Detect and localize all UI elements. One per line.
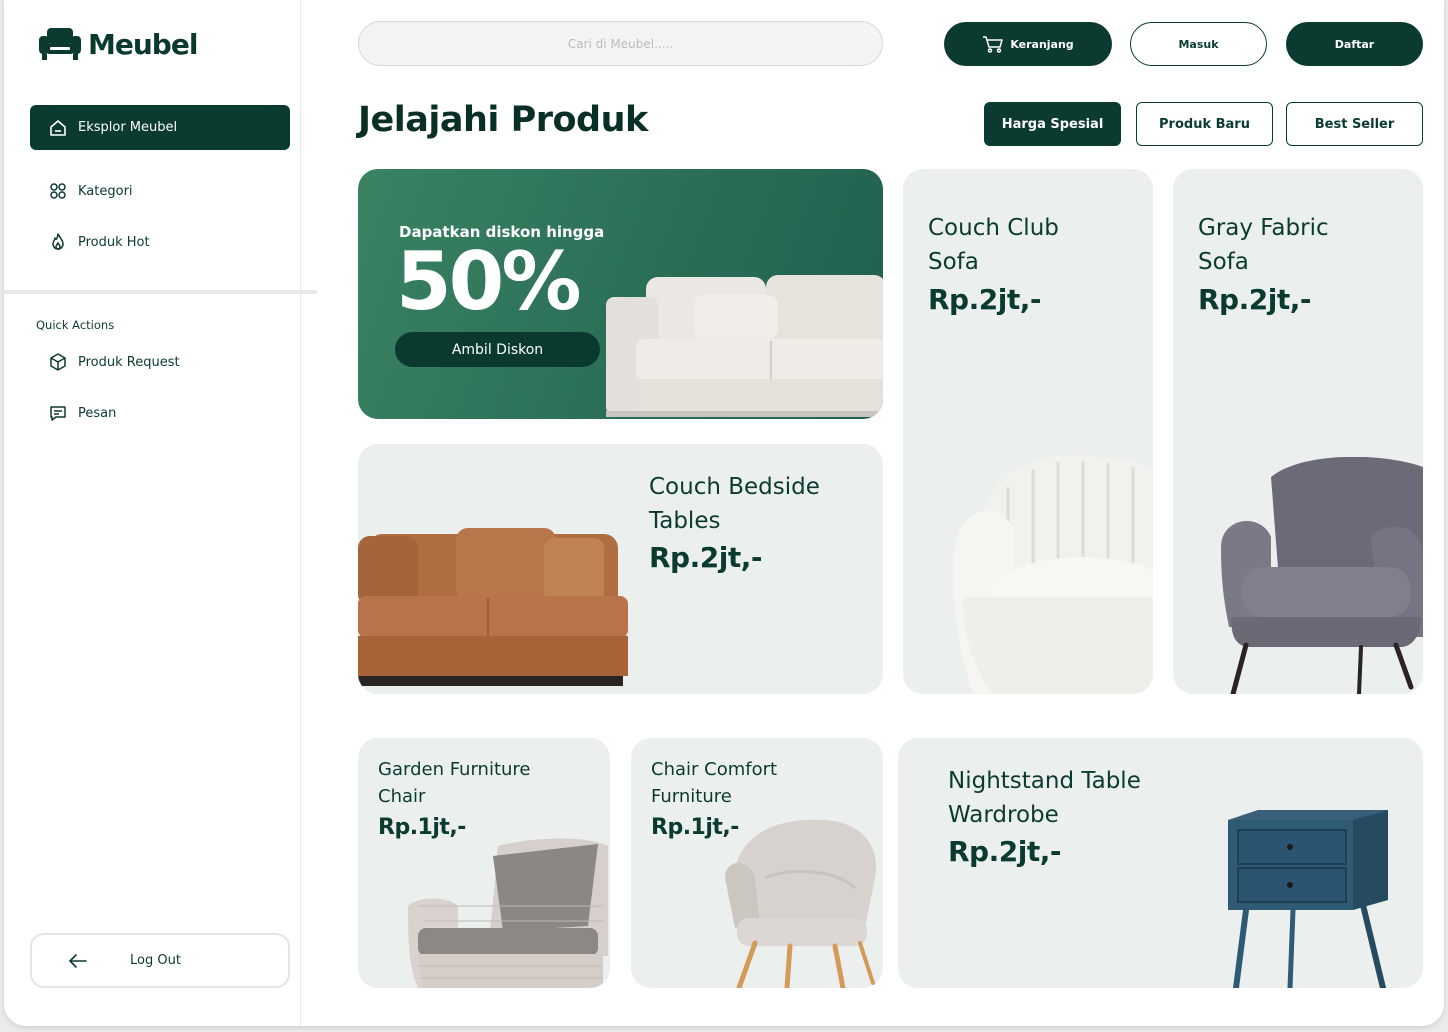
product-price: Rp.2jt,- — [948, 835, 1061, 868]
sidebar-divider — [4, 290, 317, 294]
filter-produk-baru[interactable]: Produk Baru — [1136, 102, 1273, 146]
sidebar: Meubel Eksplor Meubel Kategori Produk Ho… — [4, 0, 317, 1026]
product-price: Rp.2jt,- — [928, 283, 1041, 316]
product-price: Rp.2jt,- — [649, 541, 762, 574]
search-input[interactable]: Cari di Meubel..... — [358, 21, 883, 66]
home-icon — [48, 118, 68, 138]
arrow-left-icon — [68, 953, 88, 969]
sidebar-item-pesan[interactable]: Pesan — [48, 403, 116, 423]
sidebar-item-produk-request[interactable]: Produk Request — [48, 352, 180, 372]
logo[interactable]: Meubel — [38, 26, 198, 62]
product-name: Garden Furniture Chair — [378, 759, 531, 807]
cart-button[interactable]: Keranjang — [944, 22, 1112, 66]
product-card-nightstand-table-wardrobe[interactable]: Nightstand Table Wardrobe Rp.2jt,- — [898, 738, 1423, 988]
beige-chair-image — [725, 818, 883, 988]
promo-banner: Dapatkan diskon hingga 50% Ambil Diskon — [358, 169, 883, 419]
sidebar-item-eksplor-meubel[interactable]: Eksplor Meubel — [30, 105, 290, 150]
product-name: Gray Fabric Sofa — [1198, 215, 1329, 275]
register-label: Daftar — [1334, 37, 1375, 51]
nightstand-image — [1228, 810, 1388, 988]
white-armchair-image — [953, 447, 1153, 694]
quick-actions-heading: Quick Actions — [36, 318, 115, 332]
sidebar-item-kategori[interactable]: Kategori — [48, 181, 133, 201]
grid-icon — [48, 181, 68, 201]
gray-armchair-image — [1221, 457, 1423, 694]
sidebar-item-label: Pesan — [78, 405, 117, 421]
promo-headline: 50% — [396, 235, 581, 328]
product-name: Couch Bedside Tables — [649, 474, 820, 534]
sidebar-item-label: Kategori — [78, 183, 133, 199]
product-name: Nightstand Table Wardrobe — [948, 768, 1141, 828]
filter-label: Best Seller — [1314, 116, 1395, 132]
cart-icon — [982, 35, 1004, 53]
filter-best-seller[interactable]: Best Seller — [1286, 102, 1423, 146]
page-title: Jelajahi Produk — [358, 100, 648, 140]
armchair-logo-icon — [38, 26, 82, 62]
login-label: Masuk — [1178, 37, 1219, 51]
filter-label: Harga Spesial — [1001, 116, 1104, 132]
brown-sofa-image — [358, 526, 628, 692]
wicker-chair-image — [408, 836, 610, 988]
logout-label: Log Out — [130, 953, 181, 968]
product-name: Couch Club Sofa — [928, 215, 1059, 275]
logo-text: Meubel — [88, 27, 198, 61]
white-sofa-image — [606, 267, 883, 419]
flame-icon — [48, 232, 68, 252]
sidebar-item-label: Produk Request — [78, 354, 180, 370]
logout-button[interactable]: Log Out — [30, 933, 290, 988]
product-name: Chair Comfort Furniture — [651, 759, 778, 807]
box-icon — [48, 352, 68, 372]
message-icon — [48, 403, 68, 423]
cart-label: Keranjang — [1010, 37, 1074, 51]
product-card-gray-fabric-sofa[interactable]: Gray Fabric Sofa Rp.2jt,- — [1173, 169, 1423, 694]
register-button[interactable]: Daftar — [1286, 22, 1423, 66]
product-card-couch-bedside-tables[interactable]: Couch Bedside Tables Rp.2jt,- — [358, 444, 883, 694]
product-card-garden-furniture-chair[interactable]: Garden Furniture Chair Rp.1jt,- — [358, 738, 610, 988]
product-price: Rp.2jt,- — [1198, 283, 1311, 316]
sidebar-item-label: Eksplor Meubel — [78, 120, 178, 135]
sidebar-item-produk-hot[interactable]: Produk Hot — [48, 232, 150, 252]
app-window: Meubel Eksplor Meubel Kategori Produk Ho… — [4, 0, 1444, 1026]
product-card-couch-club-sofa[interactable]: Couch Club Sofa Rp.2jt,- — [903, 169, 1153, 694]
product-card-chair-comfort-furniture[interactable]: Chair Comfort Furniture Rp.1jt,- — [631, 738, 883, 988]
sidebar-item-label: Produk Hot — [78, 234, 150, 250]
claim-discount-button[interactable]: Ambil Diskon — [395, 332, 600, 367]
login-button[interactable]: Masuk — [1130, 22, 1267, 66]
filter-harga-spesial[interactable]: Harga Spesial — [984, 102, 1121, 146]
claim-discount-label: Ambil Diskon — [451, 341, 544, 358]
search-placeholder: Cari di Meubel..... — [567, 36, 674, 51]
filter-label: Produk Baru — [1159, 116, 1250, 132]
